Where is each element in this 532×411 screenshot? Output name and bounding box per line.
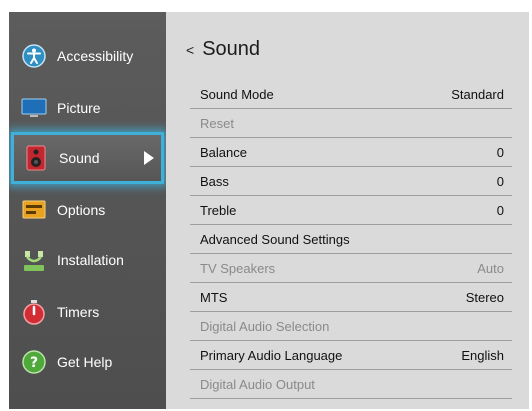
sidebar-item-label: Sound xyxy=(59,150,100,166)
menu-row-treble[interactable]: Treble 0 xyxy=(190,196,512,225)
menu-row-sound-mode[interactable]: Sound Mode Standard xyxy=(190,80,512,109)
row-label: Digital Audio Output xyxy=(200,376,315,392)
menu-row-tv-speakers: TV Speakers Auto xyxy=(190,254,512,283)
page-header: < Sound xyxy=(186,38,260,61)
row-label: Sound Mode xyxy=(200,86,274,102)
row-label: Bass xyxy=(200,173,229,189)
sidebar-item-label: Accessibility xyxy=(57,48,134,64)
sidebar-item-label: Options xyxy=(57,202,106,218)
tv-menu-screen: Accessibility Picture Sound Options Inst… xyxy=(9,12,529,409)
accessibility-icon xyxy=(21,43,47,69)
row-label: Reset xyxy=(200,115,234,131)
svg-text:?: ? xyxy=(30,355,38,371)
sidebar-item-label: Picture xyxy=(57,100,101,116)
options-icon xyxy=(21,197,47,223)
installation-icon xyxy=(21,247,47,273)
sidebar-item-label: Timers xyxy=(57,304,100,320)
row-value: 0 xyxy=(496,144,504,160)
row-label: Digital Audio Selection xyxy=(200,318,330,334)
row-value: Auto xyxy=(477,260,504,276)
menu-row-advanced-sound-settings[interactable]: Advanced Sound Settings xyxy=(190,225,512,254)
sidebar-item-get-help[interactable]: ? Get Help xyxy=(9,336,166,388)
row-label: MTS xyxy=(200,289,228,305)
sidebar-item-sound[interactable]: Sound xyxy=(11,132,164,184)
menu-row-reset: Reset xyxy=(190,109,512,138)
row-label: TV Speakers xyxy=(200,260,276,276)
menu-row-digital-audio-output: Digital Audio Output xyxy=(190,370,512,399)
row-label: Advanced Sound Settings xyxy=(200,231,350,247)
row-value: English xyxy=(461,347,504,363)
sound-icon xyxy=(23,145,49,171)
sidebar-item-accessibility[interactable]: Accessibility xyxy=(9,30,166,82)
get-help-icon: ? xyxy=(21,349,47,375)
sidebar-item-options[interactable]: Options xyxy=(9,184,166,236)
sidebar-item-picture[interactable]: Picture xyxy=(9,82,166,134)
menu-row-mts[interactable]: MTS Stereo xyxy=(190,283,512,312)
menu-row-digital-audio-selection: Digital Audio Selection xyxy=(190,312,512,341)
row-value: 0 xyxy=(496,173,504,189)
menu-row-primary-audio-language[interactable]: Primary Audio Language English xyxy=(190,341,512,370)
sidebar-item-timers[interactable]: Timers xyxy=(9,286,166,338)
menu-row-balance[interactable]: Balance 0 xyxy=(190,138,512,167)
row-label: Primary Audio Language xyxy=(200,347,343,363)
menu-row-bass[interactable]: Bass 0 xyxy=(190,167,512,196)
chevron-right-icon xyxy=(144,151,154,165)
sound-settings-panel: < Sound Sound Mode Standard Reset Balanc… xyxy=(166,12,529,409)
sidebar-item-installation[interactable]: Installation xyxy=(9,234,166,286)
sound-menu-list: Sound Mode Standard Reset Balance 0 Bass… xyxy=(190,80,512,399)
page-title: Sound xyxy=(202,38,261,60)
row-value: Standard xyxy=(451,86,504,102)
timers-icon xyxy=(21,299,47,325)
row-label: Balance xyxy=(200,144,247,160)
sidebar-item-label: Get Help xyxy=(57,354,113,370)
row-value: 0 xyxy=(496,202,504,218)
sidebar: Accessibility Picture Sound Options Inst… xyxy=(9,12,166,409)
row-label: Treble xyxy=(200,202,237,218)
back-chevron-icon[interactable]: < xyxy=(186,42,194,58)
row-value: Stereo xyxy=(465,289,504,305)
sidebar-item-label: Installation xyxy=(57,252,124,268)
picture-icon xyxy=(21,95,47,121)
